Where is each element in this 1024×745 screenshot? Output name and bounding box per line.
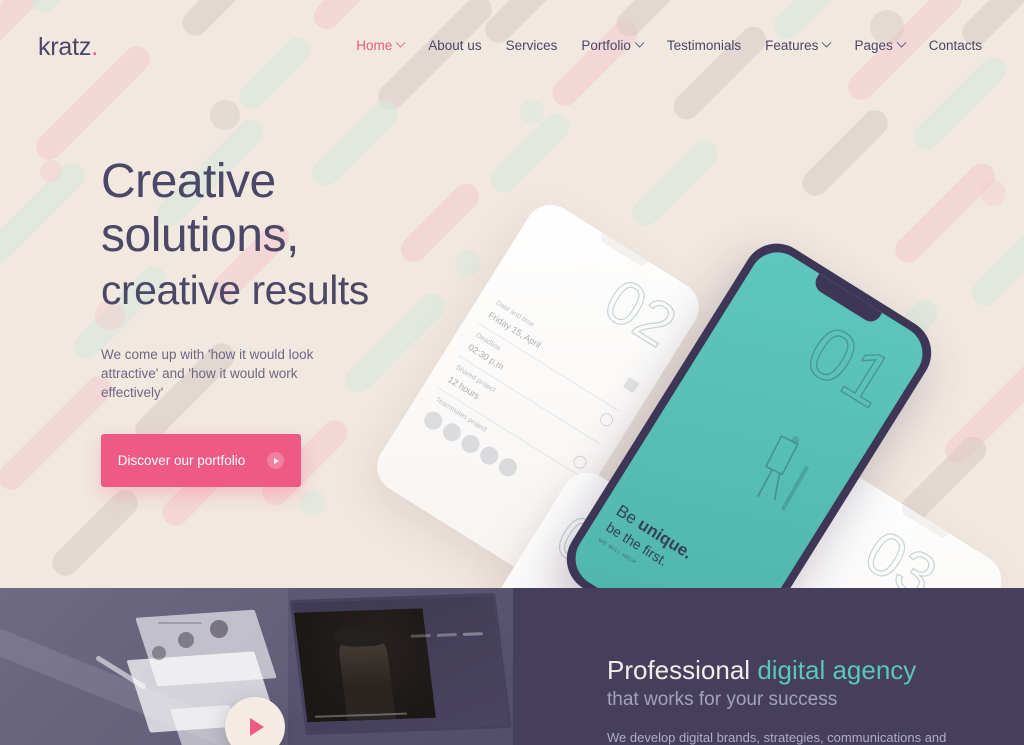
info-icon <box>571 453 589 472</box>
avatar <box>178 632 194 648</box>
card-number-02: 02 <box>592 265 688 361</box>
logo-text: kratz <box>38 33 92 61</box>
hero-section: kratz. Home About us Services Portfolio Test… <box>0 0 1024 588</box>
logo[interactable]: kratz. <box>38 33 98 62</box>
decorative-dash <box>0 370 118 496</box>
main-navigation: Home About us Services Portfolio Testimonial… <box>344 37 994 53</box>
play-arrow-icon <box>267 452 285 469</box>
hero-subtitle: We come up with 'how it would look attra… <box>101 347 314 400</box>
hero-copy: Creative solutions, creative results We … <box>101 155 521 487</box>
laptop-screen <box>289 592 512 736</box>
logo-dot: . <box>91 33 98 61</box>
laptop-preview-image <box>288 588 513 745</box>
heading-line-3: creative results <box>101 267 369 313</box>
phone-tagline: Be unique. be the first. WE WILL HELP <box>597 500 696 588</box>
nav-item-testimonials[interactable]: Testimonials <box>655 38 753 53</box>
nav-item-home[interactable]: Home <box>344 37 416 53</box>
agency-subtitle: that works for your success <box>607 688 838 710</box>
nav-line <box>410 634 431 638</box>
decorative-dash <box>46 484 144 582</box>
calendar-icon <box>622 376 640 394</box>
chevron-down-icon <box>896 37 907 48</box>
agency-title: Professional digital agency <box>607 655 1024 686</box>
agency-title-teal: digital agency <box>757 655 917 685</box>
notch <box>598 232 649 269</box>
chair-illustration-icon <box>756 435 809 512</box>
avatar <box>210 620 228 638</box>
nav-item-label: About us <box>428 38 482 53</box>
agency-section: Professional digital agency that works f… <box>0 588 1024 745</box>
info-icon <box>597 410 616 429</box>
heading-line-1: Creative <box>101 155 276 208</box>
decorative-dash <box>796 104 894 202</box>
chevron-down-icon <box>634 37 645 48</box>
nav-item-pages[interactable]: Pages <box>842 37 916 53</box>
nav-item-services[interactable]: Services <box>494 38 570 53</box>
decorative-dot <box>520 100 544 124</box>
nav-item-features[interactable]: Features <box>753 37 842 53</box>
decorative-dot <box>300 490 326 516</box>
photo-thumbnail <box>293 608 436 723</box>
nav-item-portfolio[interactable]: Portfolio <box>569 37 655 53</box>
page-title: Creative solutions, creative results <box>101 155 521 317</box>
nav-item-label: Testimonials <box>666 38 742 53</box>
nav-item-label: Features <box>765 38 819 53</box>
nav-item-label: Portfolio <box>581 38 631 53</box>
cta-label: Discover our portfolio <box>117 453 246 468</box>
nav-item-label: Pages <box>854 38 893 53</box>
text-line <box>158 622 202 624</box>
heading-line-2: solutions, <box>101 209 299 262</box>
discover-portfolio-button[interactable]: Discover our portfolio <box>101 434 301 487</box>
nav-line <box>462 632 484 636</box>
decorative-dot <box>40 160 62 182</box>
nav-item-about-us[interactable]: About us <box>416 38 493 53</box>
agency-copy: Professional digital agency that works f… <box>513 588 1024 745</box>
chevron-down-icon <box>821 37 832 48</box>
nav-item-contacts[interactable]: Contacts <box>917 38 994 53</box>
agency-title-white: Professional <box>607 655 758 685</box>
nav-line <box>436 633 458 637</box>
avatar <box>152 646 166 660</box>
card-number-01: 01 <box>792 309 907 424</box>
person-figure <box>337 633 396 721</box>
nav-item-label: Home <box>356 38 393 53</box>
nav-item-label: Services <box>505 38 558 53</box>
site-header: kratz. Home About us Services Portfolio Test… <box>0 0 1024 96</box>
agency-body: We develop digital brands, strategies, c… <box>607 729 947 745</box>
chevron-down-icon <box>395 37 406 48</box>
play-icon <box>250 718 264 736</box>
decorative-dot <box>210 100 240 130</box>
nav-item-label: Contacts <box>928 38 982 53</box>
page-root: kratz. Home About us Services Portfolio Test… <box>0 0 1024 745</box>
